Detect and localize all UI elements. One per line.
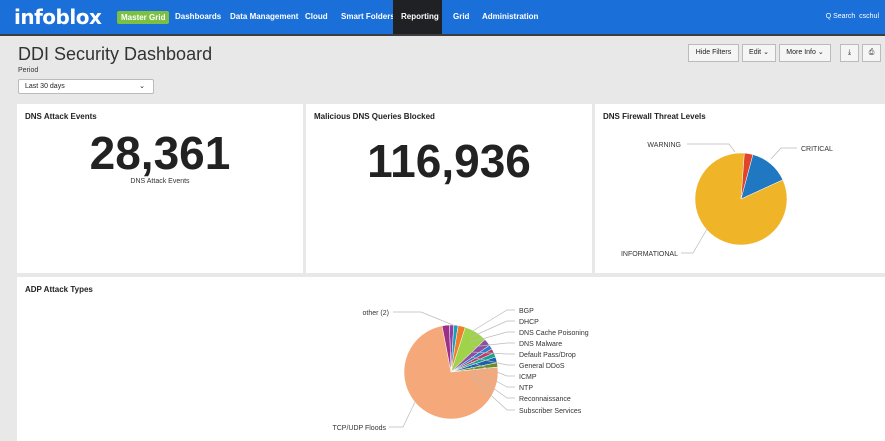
dns-firewall-panel: DNS Firewall Threat Levels CRITICAL WARNI…	[595, 104, 885, 273]
chevron-down-icon: ⌄	[139, 83, 145, 90]
slice-label-ntp: NTP	[519, 385, 533, 392]
slice-label-other: other (2)	[363, 310, 389, 317]
panel-title: DNS Attack Events	[25, 112, 97, 121]
malicious-dns-count: 116,936	[367, 135, 531, 187]
nav-dashboards[interactable]: Dashboards	[167, 0, 229, 34]
nav-divider	[0, 34, 885, 36]
leader-line-other	[393, 311, 454, 326]
slice-label-default-pass-drop: Default Pass/Drop	[519, 352, 576, 359]
master-grid-badge[interactable]: Master Grid	[117, 11, 170, 24]
slice-label-reconnaissance: Reconnaissance	[519, 396, 571, 403]
download-button[interactable]: ⤓	[840, 44, 859, 62]
malicious-dns-panel: Malicious DNS Queries Blocked 116,936	[306, 104, 592, 273]
leader-line-critical	[770, 147, 797, 160]
user-name[interactable]: cschul	[859, 13, 879, 20]
top-nav-bar: infoblox Master Grid Dashboards Data Man…	[0, 0, 885, 34]
slice-label-bgp: BGP	[519, 308, 534, 315]
chevron-down-icon: ⌄	[763, 49, 769, 56]
more-info-label: More Info	[786, 49, 816, 56]
chevron-down-icon: ⌄	[817, 49, 824, 56]
leader-line-warning	[687, 143, 736, 153]
slice-label-informational: INFORMATIONAL	[621, 251, 678, 258]
leader-line-tcp-udp-floods	[389, 401, 416, 428]
period-label: Period	[18, 67, 39, 74]
hide-filters-button[interactable]: Hide Filters	[688, 44, 739, 62]
more-info-button[interactable]: More Info ⌄	[779, 44, 831, 62]
search-area[interactable]: Q Search cschul	[826, 0, 879, 34]
download-icon: ⤓	[847, 49, 852, 56]
dns-attack-count: 28,361	[89, 127, 231, 179]
search-link[interactable]: Q Search	[826, 13, 856, 20]
nav-reporting[interactable]: Reporting	[393, 0, 442, 34]
slice-label-warning: WARNING	[647, 142, 681, 149]
edit-button[interactable]: Edit ⌄	[742, 44, 776, 62]
dns-attack-events-panel: DNS Attack Events 28,361 DNS Attack Even…	[17, 104, 303, 273]
dns-attack-sublabel: DNS Attack Events	[130, 178, 190, 185]
nav-cloud[interactable]: Cloud	[297, 0, 336, 34]
slice-label-critical: CRITICAL	[801, 146, 833, 153]
edit-label: Edit	[749, 49, 762, 56]
infoblox-logo[interactable]: infoblox	[14, 5, 102, 29]
panel-title: Malicious DNS Queries Blocked	[314, 112, 435, 121]
period-select[interactable]: Last 30 days ⌄	[18, 79, 154, 94]
nav-data-management[interactable]: Data Management	[222, 0, 306, 34]
adp-attack-types-panel: ADP Attack Types BGP DHCP DNS Cache Poison…	[17, 277, 885, 441]
page-title: DDI Security Dashboard	[18, 44, 213, 64]
slice-label-dns-malware: DNS Malware	[519, 341, 562, 348]
nav-grid[interactable]: Grid	[445, 0, 477, 34]
slice-label-subscriber-services: Subscriber Services	[519, 408, 582, 415]
slice-label-dns-cache-poisoning: DNS Cache Poisoning	[519, 330, 589, 337]
print-button[interactable]: ⎙	[862, 44, 881, 62]
firewall-pie-chart: CRITICAL WARNING INFORMATIONAL	[621, 142, 833, 258]
slice-label-general-ddos: General DDoS	[519, 363, 565, 370]
slice-label-tcp-udp-floods: TCP/UDP Floods	[332, 425, 386, 432]
print-icon: ⎙	[868, 49, 875, 56]
leader-line-informational	[681, 228, 708, 254]
adp-pie-chart: BGP DHCP DNS Cache Poisoning DNS Malware Def…	[332, 308, 589, 432]
period-value: Last 30 days	[25, 83, 65, 90]
nav-administration[interactable]: Administration	[474, 0, 546, 34]
slice-label-icmp: ICMP	[519, 374, 537, 381]
slice-label-dhcp: DHCP	[519, 319, 539, 326]
